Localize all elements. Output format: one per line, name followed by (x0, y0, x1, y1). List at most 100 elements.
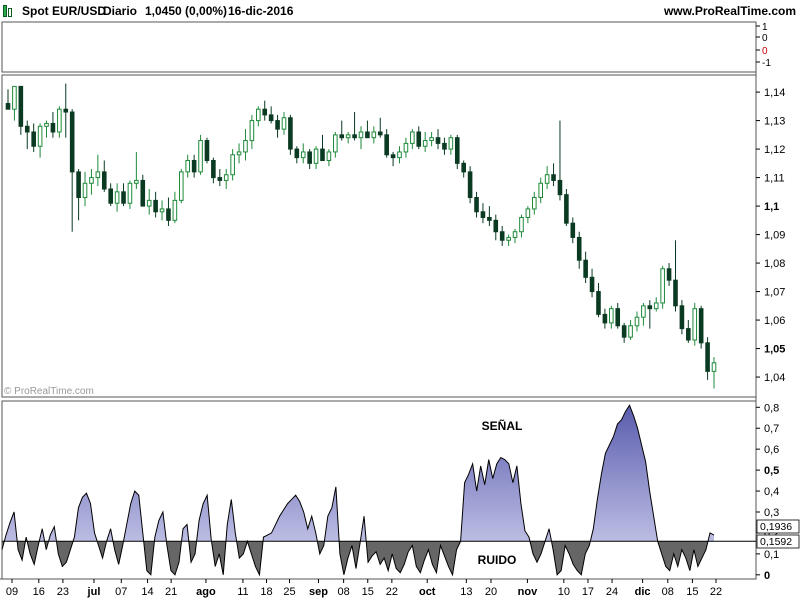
candle-body (403, 142, 409, 153)
noise-annotation: RUIDO (478, 553, 517, 567)
volume-tick-label: 0 (762, 46, 768, 57)
volume-tick-label: 1 (762, 22, 768, 33)
candle-body (538, 182, 544, 199)
x-tick-label: 11 (237, 586, 248, 598)
x-tick-label: 22 (710, 586, 722, 598)
price-tick-label: 1,06 (764, 315, 785, 327)
candle-body (698, 308, 704, 344)
x-tick-label: dic (635, 586, 651, 598)
candle-body (442, 142, 447, 150)
volume-tick-label: -1 (762, 58, 771, 69)
candle-body (673, 279, 678, 307)
candle-body (531, 197, 537, 210)
candle-body (268, 114, 274, 122)
candle-body (191, 159, 197, 173)
candle-body (480, 211, 486, 218)
candle-body (454, 137, 460, 164)
candle-body (159, 208, 165, 213)
value-box-label: 0,1936 (760, 521, 792, 533)
candle-body (564, 194, 569, 224)
candle-body (390, 154, 396, 159)
candle-body (37, 125, 43, 147)
candle-body (544, 174, 550, 184)
candle-body (281, 117, 287, 130)
x-tick-label: nov (518, 586, 538, 598)
candle-body (596, 291, 601, 315)
candle-body (89, 177, 94, 184)
candle-body (313, 148, 319, 164)
x-tick-label: 09 (6, 586, 18, 598)
candle-body (262, 108, 268, 116)
candle-body (666, 268, 672, 281)
price-tick-label: 1,09 (764, 230, 785, 242)
candle-body (243, 140, 248, 153)
candle-body (121, 191, 126, 204)
candle-body (583, 259, 588, 278)
x-tick-label: 08 (662, 586, 674, 598)
candle-body (557, 179, 563, 196)
x-tick-label: 18 (260, 586, 272, 598)
candle-body (140, 179, 146, 207)
candle-body (178, 171, 184, 201)
indicator-tick-label: 0,7 (764, 423, 779, 435)
candle-body (615, 308, 621, 327)
candle-body (679, 305, 685, 330)
candle-body (609, 308, 614, 324)
candle-body (134, 179, 139, 184)
candle-body (487, 216, 492, 221)
x-tick-label: 25 (283, 586, 295, 598)
candle-body (499, 231, 505, 241)
x-tick-label: ago (196, 586, 216, 598)
candle-body (692, 308, 698, 341)
price-tick-label: 1,05 (764, 344, 785, 356)
candle-body (339, 134, 345, 139)
x-tick-label: 23 (57, 586, 69, 598)
candle-body (82, 182, 88, 199)
indicator-tick-label: 0,5 (764, 465, 779, 477)
candle-body (5, 102, 11, 110)
indicator-tick-label: 0,4 (764, 486, 779, 498)
candle-body (217, 177, 223, 181)
x-tick-label: 20 (485, 586, 497, 598)
candle-body (108, 188, 113, 204)
candle-body (512, 231, 518, 238)
indicator-tick-label: 0,3 (764, 507, 779, 519)
candle-body (63, 108, 69, 113)
candle-body (429, 137, 434, 142)
candle-body (519, 216, 524, 233)
candle-body (230, 154, 235, 176)
candle-body (628, 325, 633, 338)
price-tick-label: 1,13 (764, 116, 785, 128)
x-tick-label: 16 (33, 586, 45, 598)
candle-body (57, 108, 62, 133)
x-tick-label: 21 (165, 586, 177, 598)
candle-body (146, 199, 152, 207)
candle-body (127, 182, 133, 204)
candle-body (44, 122, 49, 127)
candle-body (172, 199, 178, 221)
candle-body (711, 362, 717, 372)
candle-body (493, 219, 499, 233)
candle-body (653, 302, 659, 310)
x-tick-label: jul (87, 586, 101, 598)
candle-body (256, 108, 261, 122)
candle-body (358, 131, 364, 139)
price-tick-label: 1,04 (764, 372, 785, 384)
chart-canvas: 100-11,141,131,121,111,11,091,081,071,06… (0, 21, 800, 598)
candle-body (345, 134, 351, 139)
price-tick-label: 1,14 (764, 87, 785, 99)
candle-body (288, 117, 293, 150)
candle-body (101, 171, 107, 190)
candle-body (50, 122, 56, 133)
x-tick-label: 17 (582, 586, 594, 598)
candle-body (204, 140, 210, 161)
watermark: © ProRealTime.com (4, 386, 94, 397)
indicator-tick-label: 0,1 (764, 549, 779, 561)
candle-body (371, 131, 377, 139)
x-tick-label: 07 (115, 586, 127, 598)
candle-body (300, 151, 306, 159)
candle-body (621, 325, 627, 338)
price-tick-label: 1,11 (764, 173, 785, 185)
candle-body (114, 191, 120, 204)
candle-body (422, 140, 428, 147)
